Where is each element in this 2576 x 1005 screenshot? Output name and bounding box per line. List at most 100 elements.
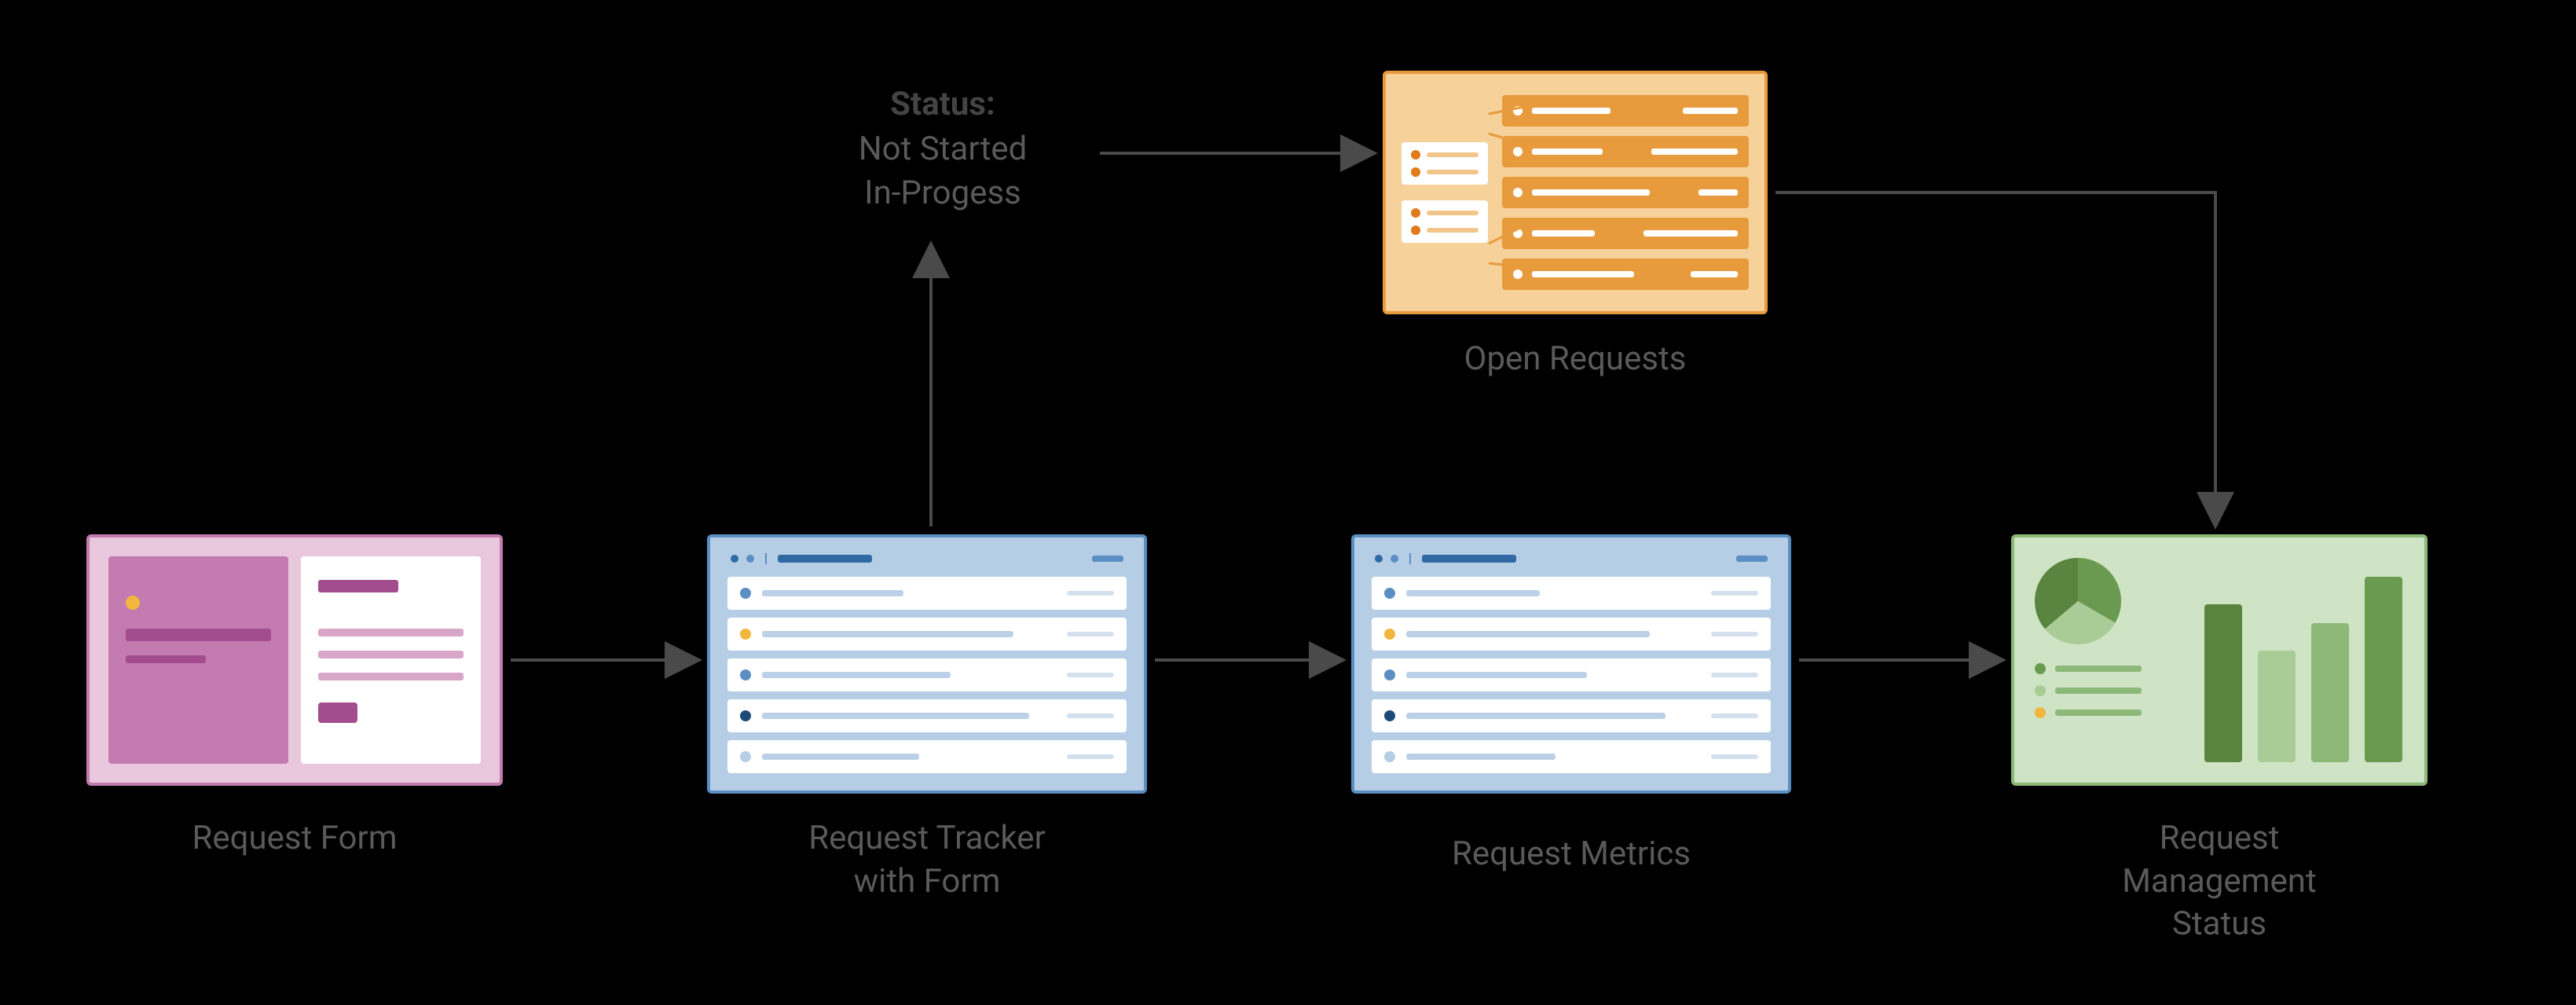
list-row — [1372, 577, 1771, 610]
row-status-dot-icon — [1384, 669, 1395, 680]
list-row — [1372, 699, 1771, 732]
placeholder-bar — [1691, 271, 1738, 277]
placeholder-bar — [1643, 230, 1738, 237]
placeholder-bar — [1427, 228, 1479, 233]
node-request-metrics — [1351, 534, 1791, 794]
placeholder-bar — [318, 580, 398, 592]
row-status-dot-icon — [1384, 588, 1395, 599]
placeholder-bar — [1067, 591, 1114, 596]
status-line: In-Progess — [864, 174, 1021, 212]
list-row — [727, 740, 1127, 773]
label-request-form: Request Form — [86, 817, 503, 860]
open-source-groups — [1402, 90, 1488, 295]
row-status-dot-icon — [1384, 629, 1395, 640]
row-status-dot-icon — [1384, 710, 1395, 721]
legend-dot-icon — [2035, 707, 2046, 718]
placeholder-bar — [1406, 672, 1587, 678]
status-left-col — [2035, 558, 2189, 762]
placeholder-bar — [1532, 230, 1595, 237]
list-row — [727, 658, 1127, 691]
placeholder-bar — [1067, 754, 1114, 759]
open-source-item — [1411, 226, 1479, 235]
list-header — [727, 553, 1127, 569]
placeholder-bar — [126, 629, 271, 641]
header-dot-icon — [731, 555, 738, 563]
form-preview-left — [108, 556, 288, 764]
open-source-group — [1402, 142, 1488, 185]
placeholder-bar — [1067, 632, 1114, 636]
row-status-dot-icon — [740, 629, 751, 640]
placeholder-bar — [762, 590, 903, 596]
list-row — [727, 699, 1127, 732]
placeholder-bar — [2055, 688, 2142, 694]
placeholder-bar — [318, 629, 464, 636]
form-dot-icon — [126, 596, 140, 610]
label-request-metrics: Request Metrics — [1351, 833, 1791, 876]
legend-row — [2035, 685, 2189, 696]
header-action-bar — [1092, 556, 1123, 562]
label-request-tracker: Request Tracker with Form — [707, 817, 1147, 903]
label-management-status: Request Management Status — [2011, 817, 2428, 946]
open-aggregated-rows — [1502, 90, 1749, 295]
placeholder-bar — [1406, 713, 1665, 719]
placeholder-bar — [1532, 149, 1603, 155]
row-status-dot-icon — [1384, 751, 1395, 762]
dot-icon — [1411, 167, 1420, 177]
open-source-item — [1411, 167, 1479, 177]
header-separator-icon — [765, 553, 767, 564]
open-source-item — [1411, 208, 1479, 218]
node-management-status — [2011, 534, 2428, 786]
row-status-dot-icon — [740, 710, 751, 721]
status-annotation: Status: Not Started In-Progess — [801, 83, 1084, 216]
open-row — [1502, 136, 1749, 167]
dot-icon — [1411, 150, 1420, 160]
list-row — [1372, 658, 1771, 691]
list-row — [727, 618, 1127, 651]
placeholder-bar — [1067, 673, 1114, 677]
placeholder-bar — [2055, 710, 2142, 716]
label-open-requests: Open Requests — [1383, 338, 1768, 381]
placeholder-bar — [1532, 271, 1634, 277]
header-dot-icon — [1391, 555, 1398, 563]
placeholder-bar — [1427, 211, 1479, 215]
placeholder-bar — [1067, 713, 1114, 718]
open-source-group — [1402, 200, 1488, 243]
list-header — [1372, 553, 1771, 569]
legend-dot-icon — [2035, 685, 2046, 696]
node-request-tracker — [707, 534, 1147, 794]
placeholder-bar — [1711, 591, 1758, 596]
placeholder-bar — [762, 631, 1013, 637]
placeholder-bar — [1406, 590, 1540, 596]
legend-row — [2035, 707, 2189, 718]
chart-bar — [2311, 623, 2349, 762]
header-action-bar — [1736, 556, 1768, 562]
chart-bar — [2365, 577, 2402, 762]
legend-row — [2035, 663, 2189, 674]
dot-icon — [1513, 229, 1523, 238]
list-row — [1372, 618, 1771, 651]
placeholder-bar — [1711, 673, 1758, 677]
dot-icon — [1411, 226, 1420, 235]
bar-chart-icon — [2204, 558, 2404, 762]
placeholder-bar — [1427, 152, 1479, 157]
placeholder-bar — [1406, 754, 1555, 760]
chart-bar — [2258, 651, 2296, 762]
header-dot-icon — [746, 555, 754, 563]
placeholder-bar — [2055, 666, 2142, 672]
row-status-dot-icon — [740, 669, 751, 680]
chart-bar — [2204, 604, 2242, 762]
row-status-dot-icon — [740, 588, 751, 599]
form-preview-right — [301, 556, 481, 764]
status-line: Not Started — [859, 130, 1028, 168]
node-request-form — [86, 534, 503, 786]
dot-icon — [1513, 106, 1523, 116]
dot-icon — [1411, 208, 1420, 218]
legend-dot-icon — [2035, 663, 2046, 674]
status-title: Status: — [890, 85, 995, 123]
placeholder-bar — [126, 655, 206, 663]
pie-chart-icon — [2035, 558, 2121, 644]
open-row — [1502, 259, 1749, 290]
form-submit-icon — [318, 702, 357, 723]
chart-legend — [2035, 663, 2189, 718]
dot-icon — [1513, 147, 1523, 156]
